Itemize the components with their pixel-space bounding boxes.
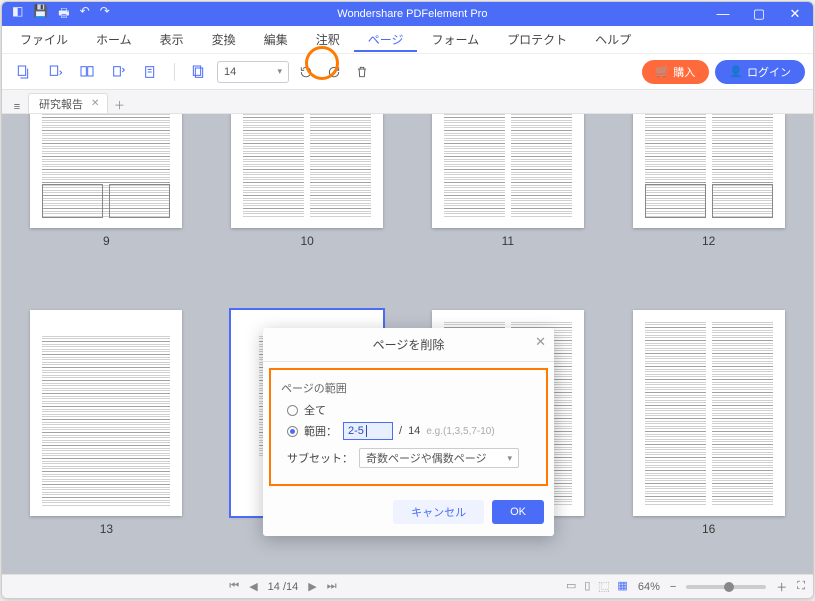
page-thumb-12[interactable]: 12 xyxy=(622,114,795,286)
separator xyxy=(174,63,175,81)
app-menu-icon[interactable]: ◧ xyxy=(12,4,23,25)
view-thumbnail-icon[interactable]: ▦ xyxy=(617,579,627,595)
page-select-dropdown[interactable]: 14 xyxy=(217,61,289,83)
app-title: Wondershare PDFelement Pro xyxy=(120,8,705,20)
zoom-out-icon[interactable]: − xyxy=(670,581,676,593)
menu-form[interactable]: フォーム xyxy=(417,27,493,52)
radio-all-pages[interactable] xyxy=(287,405,298,416)
next-page-icon[interactable]: ▶ xyxy=(308,580,316,593)
menu-page[interactable]: ページ xyxy=(354,27,418,52)
minimize-button[interactable]: — xyxy=(705,6,741,22)
menu-home[interactable]: ホーム xyxy=(82,27,146,52)
split-page-icon[interactable] xyxy=(74,59,100,85)
fullscreen-icon[interactable]: ⛶ xyxy=(797,580,805,593)
menu-protect[interactable]: プロテクト xyxy=(493,27,581,52)
radio-all-label: 全て xyxy=(304,402,326,418)
page-number-label: 9 xyxy=(103,234,110,248)
dialog-title: ページを削除 ✕ xyxy=(263,328,554,362)
buy-button[interactable]: 🛒 購入 xyxy=(642,60,710,84)
view-continuous-icon[interactable]: ▯ xyxy=(584,579,590,595)
menu-convert[interactable]: 変換 xyxy=(198,27,250,52)
status-bar: ⏮ ◀ 14 /14 ▶ ⏭ ▭ ▯ ⿺ ▦ 64% − ＋ ⛶ xyxy=(2,574,813,598)
document-tab-label: 研究報告 xyxy=(39,96,83,112)
subset-label: サブセット： xyxy=(287,450,353,466)
tab-list-icon[interactable]: ≡ xyxy=(8,101,26,113)
insert-page-icon[interactable] xyxy=(10,59,36,85)
dialog-close-icon[interactable]: ✕ xyxy=(535,334,546,350)
maximize-button[interactable]: ▢ xyxy=(741,6,777,22)
replace-page-icon[interactable] xyxy=(106,59,132,85)
page-number-label: 16 xyxy=(702,522,715,536)
view-two-page-icon[interactable]: ⿺ xyxy=(598,579,609,595)
title-bar: ◧ 💾 🖶 ↶ ↷ Wondershare PDFelement Pro — ▢… xyxy=(2,2,813,26)
radio-range-label: 範囲： xyxy=(304,423,337,439)
subset-dropdown[interactable]: 奇数ページや偶数ページ xyxy=(359,448,519,468)
page-thumb-10[interactable]: 10 xyxy=(221,114,394,286)
page-range-group-label: ページの範囲 xyxy=(281,380,536,396)
menu-help[interactable]: ヘルプ xyxy=(581,27,645,52)
page-thumb-13[interactable]: 13 xyxy=(20,310,193,574)
page-number-label: 12 xyxy=(702,234,715,248)
thumbnail-workspace: 9 10 11 12 13 14 xyxy=(2,114,813,574)
page-number-label: 11 xyxy=(502,234,514,248)
range-input[interactable]: 2-5 xyxy=(343,422,393,440)
save-icon[interactable]: 💾 xyxy=(33,4,48,25)
zoom-in-icon[interactable]: ＋ xyxy=(776,579,787,595)
menu-view[interactable]: 表示 xyxy=(146,27,198,52)
page-thumb-16[interactable]: 16 xyxy=(622,310,795,574)
page-thumb-9[interactable]: 9 xyxy=(20,114,193,286)
page-toolbar: 14 🛒 購入 👤 ログイン xyxy=(2,54,813,90)
zoom-level: 64% xyxy=(638,581,660,593)
close-tab-icon[interactable]: ✕ xyxy=(91,98,99,109)
print-icon[interactable]: 🖶 xyxy=(58,4,69,25)
page-number-label: 13 xyxy=(100,522,113,536)
login-button[interactable]: 👤 ログイン xyxy=(715,60,805,84)
menu-edit[interactable]: 編集 xyxy=(250,27,302,52)
more-page-icon[interactable] xyxy=(185,59,211,85)
page-indicator: 14 /14 xyxy=(268,581,299,593)
rotate-left-icon[interactable] xyxy=(295,61,317,83)
prev-page-icon[interactable]: ◀ xyxy=(249,580,257,593)
close-button[interactable]: ✕ xyxy=(777,6,813,22)
total-pages-label: 14 xyxy=(408,425,420,437)
page-label-icon[interactable] xyxy=(138,59,164,85)
zoom-slider[interactable] xyxy=(686,585,766,589)
undo-icon[interactable]: ↶ xyxy=(80,4,90,25)
range-separator: / xyxy=(399,425,402,437)
redo-icon[interactable]: ↷ xyxy=(100,4,110,25)
range-hint: e.g.(1,3,5,7-10) xyxy=(426,426,494,437)
radio-range[interactable] xyxy=(287,426,298,437)
delete-page-icon[interactable] xyxy=(351,61,373,83)
menu-comment[interactable]: 注釈 xyxy=(302,27,354,52)
page-number-label: 10 xyxy=(300,234,313,248)
menu-file[interactable]: ファイル xyxy=(6,27,82,52)
page-thumb-11[interactable]: 11 xyxy=(422,114,595,286)
document-tab-bar: ≡ 研究報告 ✕ ＋ xyxy=(2,90,813,114)
view-single-icon[interactable]: ▭ xyxy=(566,579,576,595)
document-tab[interactable]: 研究報告 ✕ xyxy=(28,93,108,113)
first-page-icon[interactable]: ⏮ xyxy=(229,580,239,593)
new-tab-icon[interactable]: ＋ xyxy=(110,97,128,113)
delete-pages-dialog: ページを削除 ✕ ページの範囲 全て 範囲： 2-5 / 14 e.g.(1,3… xyxy=(263,328,554,536)
last-page-icon[interactable]: ⏭ xyxy=(327,580,337,593)
extract-page-icon[interactable] xyxy=(42,59,68,85)
rotate-right-icon[interactable] xyxy=(323,61,345,83)
menu-bar: ファイル ホーム 表示 変換 編集 注釈 ページ フォーム プロテクト ヘルプ xyxy=(2,26,813,54)
cancel-button[interactable]: キャンセル xyxy=(393,500,484,524)
ok-button[interactable]: OK xyxy=(492,500,544,524)
